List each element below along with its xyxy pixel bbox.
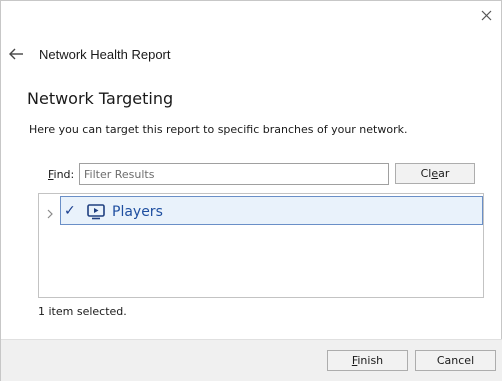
selection-status: 1 item selected. [38, 305, 127, 318]
find-label: Find: [48, 168, 75, 181]
back-button[interactable] [7, 45, 27, 65]
expand-chevron-icon[interactable] [45, 205, 57, 219]
dialog-window: Network Health Report Network Targeting … [0, 0, 502, 381]
finish-button[interactable]: Finish [327, 350, 408, 371]
clear-button[interactable]: Clear [395, 163, 475, 184]
section-description: Here you can target this report to speci… [29, 123, 408, 136]
back-arrow-icon [7, 45, 27, 65]
checkmark-icon[interactable]: ✓ [64, 203, 76, 219]
find-input[interactable] [79, 163, 389, 185]
tree-item-players[interactable]: ✓ Players [60, 196, 483, 225]
close-icon [478, 7, 496, 25]
player-monitor-icon [86, 203, 108, 221]
close-button[interactable] [478, 7, 496, 25]
section-title: Network Targeting [27, 89, 174, 108]
cancel-button[interactable]: Cancel [415, 350, 496, 371]
page-title: Network Health Report [39, 47, 171, 62]
target-tree[interactable]: ✓ Players [38, 193, 484, 298]
tree-item-label: Players [112, 204, 163, 220]
